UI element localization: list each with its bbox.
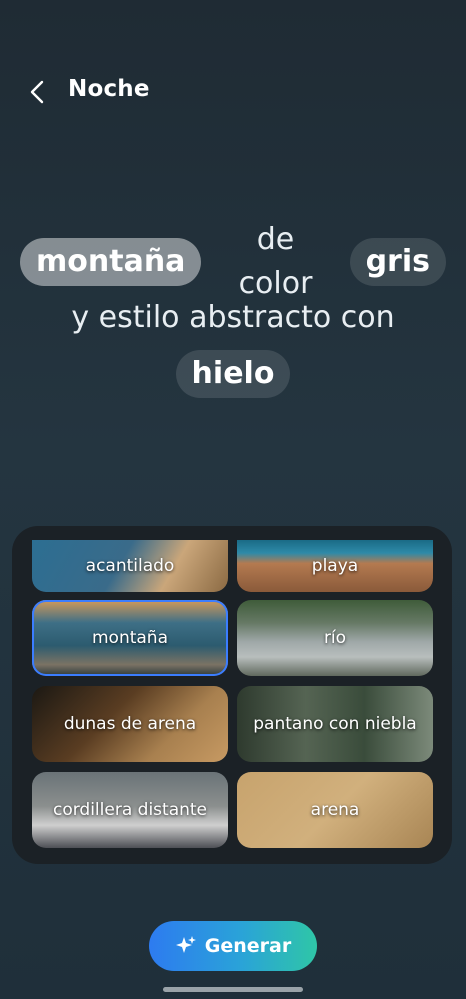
option-label: cordillera distante [52,800,208,820]
option-label: montaña [91,628,168,648]
option-label: río [323,628,347,648]
prompt-sentence: montaña de color gris y estilo abstracto… [20,222,446,402]
option-pantano-con-niebla[interactable]: pantano con niebla [237,686,433,762]
color-chip[interactable]: gris [349,238,446,286]
option-label: dunas de arena [63,714,197,734]
top-bar: Noche [0,62,466,122]
option-arena[interactable]: arena [237,772,433,848]
back-button[interactable] [24,74,54,110]
subject-chip[interactable]: montaña [20,238,202,286]
sparkle-icon [175,936,196,953]
option-label: playa [311,556,359,576]
subject-options-panel: acantilado playa montaña río dunas de ar… [12,526,452,864]
option-cordillera-distante[interactable]: cordillera distante [32,772,228,848]
extra-chip[interactable]: hielo [175,350,291,398]
home-indicator[interactable] [163,987,303,992]
page-title: Noche [68,76,150,102]
chevron-left-icon [30,80,44,104]
option-label: acantilado [85,556,175,576]
option-acantilado[interactable]: acantilado [32,540,228,592]
option-label: pantano con niebla [253,714,417,734]
option-montana[interactable]: montaña [32,600,228,676]
option-playa[interactable]: playa [237,540,433,592]
option-dunas-de-arena[interactable]: dunas de arena [32,686,228,762]
option-label: arena [310,800,360,820]
generate-button[interactable]: Generar [149,921,317,971]
prompt-text-color: de color [238,222,313,301]
generate-label: Generar [204,935,292,957]
option-rio[interactable]: río [237,600,433,676]
prompt-text-style: y estilo abstracto con [71,300,395,335]
